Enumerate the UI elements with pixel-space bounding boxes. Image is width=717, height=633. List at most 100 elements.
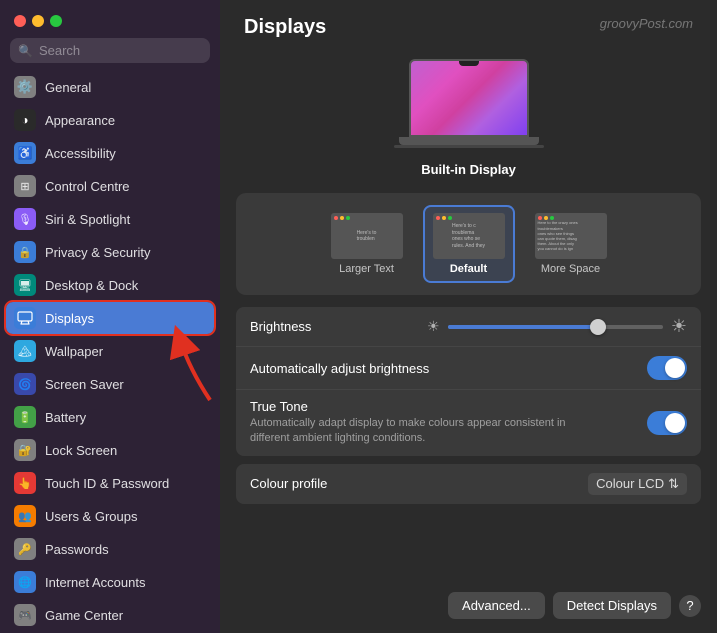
sidebar-item-label: Siri & Spotlight bbox=[45, 212, 130, 227]
sidebar-item-label: Touch ID & Password bbox=[45, 476, 169, 491]
sidebar-item-label: Displays bbox=[45, 311, 94, 326]
sidebar: 🔍 ⚙️ General ◑ Appearance ♿ Accessibilit… bbox=[0, 0, 220, 633]
brightness-slider-thumb[interactable] bbox=[590, 319, 606, 335]
sidebar-item-screensaver[interactable]: 🌀 Screen Saver bbox=[6, 368, 214, 400]
sidebar-item-passwords[interactable]: 🔑 Passwords bbox=[6, 533, 214, 565]
chevron-updown-icon: ⇅ bbox=[668, 476, 679, 492]
sidebar-item-lockscreen[interactable]: 🔐 Lock Screen bbox=[6, 434, 214, 466]
desktop-icon: 🖥 bbox=[14, 274, 36, 296]
sidebar-item-label: Passwords bbox=[45, 542, 109, 557]
sidebar-item-users[interactable]: 👥 Users & Groups bbox=[6, 500, 214, 532]
colour-profile-value: Colour LCD bbox=[596, 476, 664, 491]
sidebar-item-siri[interactable]: 🎙 Siri & Spotlight bbox=[6, 203, 214, 235]
internet-icon: 🌐 bbox=[14, 571, 36, 593]
laptop-display bbox=[399, 59, 539, 154]
siri-icon: 🎙 bbox=[14, 208, 36, 230]
sidebar-item-label: Appearance bbox=[45, 113, 115, 128]
minimize-button[interactable] bbox=[32, 15, 44, 27]
res-preview-larger: Here's totroublen bbox=[331, 213, 403, 259]
res-preview-text: Here's totroublen bbox=[354, 227, 380, 246]
privacy-icon: 🔒 bbox=[14, 241, 36, 263]
res-label-more-space: More Space bbox=[541, 263, 600, 275]
sidebar-item-desktop[interactable]: 🖥 Desktop & Dock bbox=[6, 269, 214, 301]
sidebar-item-label: Wallpaper bbox=[45, 344, 103, 359]
maximize-button[interactable] bbox=[50, 15, 62, 27]
display-name: Built-in Display bbox=[421, 162, 516, 177]
true-tone-toggle[interactable] bbox=[647, 411, 687, 435]
resolution-option-larger[interactable]: Here's totroublen Larger Text bbox=[321, 205, 413, 283]
true-tone-label-group: True Tone Automatically adapt display to… bbox=[250, 399, 570, 447]
resolution-option-more-space[interactable]: Here to the crazy ones troublemakersones… bbox=[525, 205, 617, 283]
res-preview-more-space: Here to the crazy ones troublemakersones… bbox=[535, 213, 607, 259]
detect-displays-button[interactable]: Detect Displays bbox=[553, 592, 671, 619]
sidebar-item-appearance[interactable]: ◑ Appearance bbox=[6, 104, 214, 136]
battery-icon: 🔋 bbox=[14, 406, 36, 428]
page-title: Displays bbox=[244, 16, 326, 39]
help-button[interactable]: ? bbox=[679, 595, 701, 617]
sidebar-item-displays[interactable]: Displays bbox=[6, 302, 214, 334]
resolution-options: Here's totroublen Larger Text Here's to … bbox=[250, 205, 687, 283]
sidebar-item-control-centre[interactable]: ⊞ Control Centre bbox=[6, 170, 214, 202]
res-label-larger: Larger Text bbox=[339, 263, 394, 275]
search-input[interactable] bbox=[39, 43, 202, 58]
brightness-control[interactable]: ☀ ☀ bbox=[427, 316, 687, 337]
watermark: groovyPost.com bbox=[600, 16, 693, 31]
sidebar-item-battery[interactable]: 🔋 Battery bbox=[6, 401, 214, 433]
colour-profile-select[interactable]: Colour LCD ⇅ bbox=[588, 473, 687, 495]
sidebar-item-label: Screen Saver bbox=[45, 377, 124, 392]
sidebar-item-label: Control Centre bbox=[45, 179, 130, 194]
traffic-lights bbox=[14, 15, 62, 27]
control-centre-icon: ⊞ bbox=[14, 175, 36, 197]
lockscreen-icon: 🔐 bbox=[14, 439, 36, 461]
sidebar-item-wallpaper[interactable]: 🏔 Wallpaper bbox=[6, 335, 214, 367]
sidebar-item-general[interactable]: ⚙️ General bbox=[6, 71, 214, 103]
true-tone-row: True Tone Automatically adapt display to… bbox=[236, 390, 701, 456]
display-preview-area: Built-in Display bbox=[220, 49, 717, 193]
sidebar-item-label: Game Center bbox=[45, 608, 123, 623]
sidebar-item-label: Privacy & Security bbox=[45, 245, 150, 260]
brightness-high-icon: ☀ bbox=[671, 316, 687, 337]
sidebar-item-accessibility[interactable]: ♿ Accessibility bbox=[6, 137, 214, 169]
advanced-button[interactable]: Advanced... bbox=[448, 592, 545, 619]
laptop-screen bbox=[409, 59, 529, 137]
resolution-option-default[interactable]: Here's to ctroublemaones who serules. An… bbox=[423, 205, 515, 283]
general-icon: ⚙️ bbox=[14, 76, 36, 98]
sidebar-item-label: Lock Screen bbox=[45, 443, 117, 458]
search-icon: 🔍 bbox=[18, 44, 33, 58]
toggle-knob bbox=[665, 413, 685, 433]
sidebar-item-privacy[interactable]: 🔒 Privacy & Security bbox=[6, 236, 214, 268]
laptop-notch bbox=[459, 61, 479, 66]
main-header: Displays groovyPost.com bbox=[220, 0, 717, 49]
sidebar-item-label: Internet Accounts bbox=[45, 575, 145, 590]
screensaver-icon: 🌀 bbox=[14, 373, 36, 395]
sidebar-section-main: ⚙️ General ◑ Appearance ♿ Accessibility … bbox=[0, 71, 220, 633]
sidebar-item-gamecenter[interactable]: 🎮 Game Center bbox=[6, 599, 214, 631]
sidebar-items-list: ⚙️ General ◑ Appearance ♿ Accessibility … bbox=[0, 71, 220, 633]
bottom-bar: Advanced... Detect Displays ? bbox=[220, 582, 717, 633]
passwords-icon: 🔑 bbox=[14, 538, 36, 560]
sidebar-item-touchid[interactable]: 👆 Touch ID & Password bbox=[6, 467, 214, 499]
true-tone-sublabel: Automatically adapt display to make colo… bbox=[250, 416, 570, 447]
toggle-knob bbox=[665, 358, 685, 378]
brightness-row: Brightness ☀ ☀ bbox=[236, 307, 701, 347]
appearance-icon: ◑ bbox=[14, 109, 36, 131]
res-label-default: Default bbox=[450, 263, 487, 275]
brightness-low-icon: ☀ bbox=[427, 318, 440, 335]
res-preview-text: Here to the crazy ones troublemakersones… bbox=[535, 217, 607, 254]
res-preview-text: Here's to ctroublemaones who serules. An… bbox=[449, 220, 488, 252]
laptop-base bbox=[399, 137, 539, 145]
brightness-label: Brightness bbox=[250, 319, 311, 334]
search-bar[interactable]: 🔍 bbox=[10, 38, 210, 63]
touchid-icon: 👆 bbox=[14, 472, 36, 494]
brightness-slider-fill bbox=[448, 325, 599, 329]
close-button[interactable] bbox=[14, 15, 26, 27]
sidebar-item-internet[interactable]: 🌐 Internet Accounts bbox=[6, 566, 214, 598]
sidebar-item-label: Users & Groups bbox=[45, 509, 137, 524]
sidebar-item-label: Battery bbox=[45, 410, 86, 425]
colour-profile-row: Colour profile Colour LCD ⇅ bbox=[236, 464, 701, 504]
brightness-slider-track[interactable] bbox=[448, 325, 663, 329]
sidebar-item-label: Desktop & Dock bbox=[45, 278, 138, 293]
titlebar bbox=[0, 0, 220, 38]
auto-brightness-toggle[interactable] bbox=[647, 356, 687, 380]
gamecenter-icon: 🎮 bbox=[14, 604, 36, 626]
